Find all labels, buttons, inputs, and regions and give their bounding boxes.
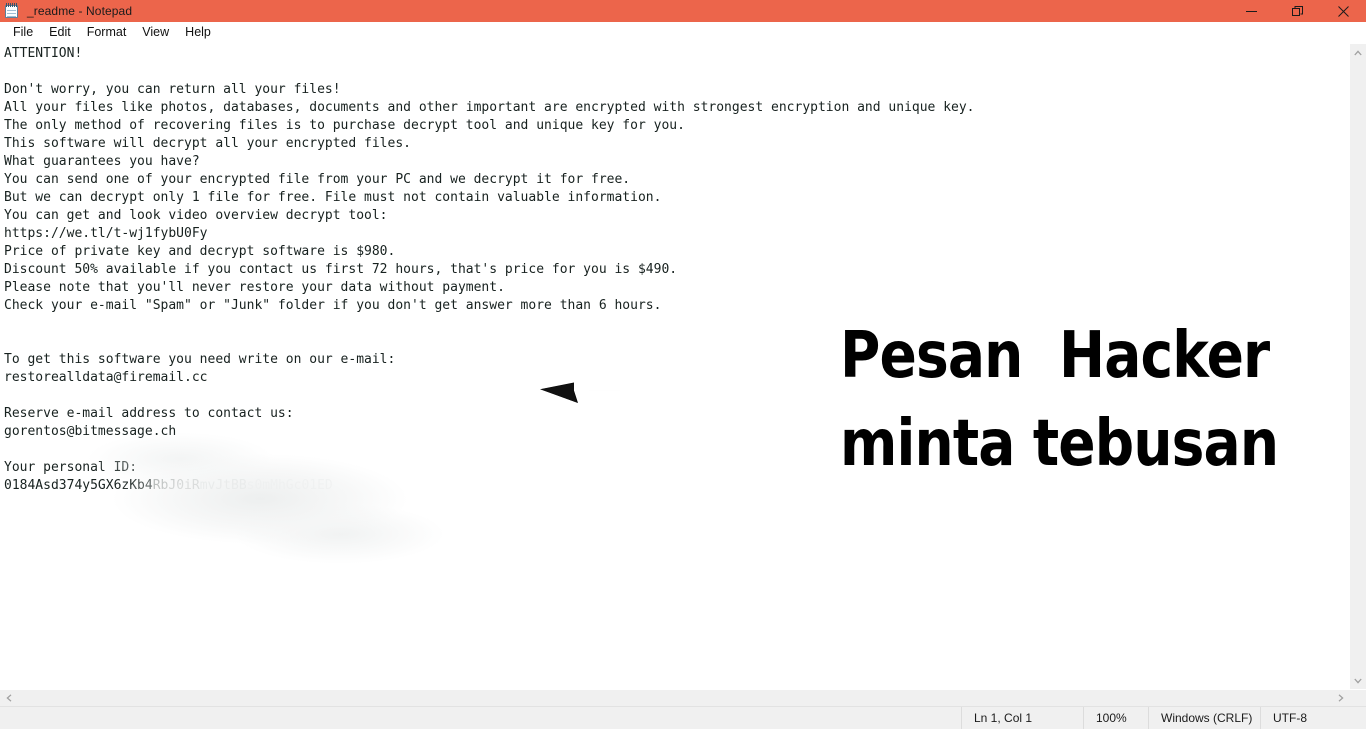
close-icon bbox=[1337, 5, 1349, 17]
text-editor[interactable]: ATTENTION! Don't worry, you can return a… bbox=[0, 44, 1349, 689]
ransom-note-text: ATTENTION! Don't worry, you can return a… bbox=[4, 46, 975, 475]
personal-id-fade-1: RbJ0iR bbox=[152, 478, 200, 493]
personal-id-fade-3: s0mMhGc01ED bbox=[246, 478, 333, 493]
status-encoding[interactable]: UTF-8 bbox=[1260, 707, 1366, 729]
menu-item-view[interactable]: View bbox=[134, 23, 177, 43]
menu-item-format[interactable]: Format bbox=[79, 23, 135, 43]
restore-icon bbox=[1291, 5, 1303, 17]
notepad-window: _readme - Notepad File Edit Format View … bbox=[0, 0, 1366, 729]
menu-item-help[interactable]: Help bbox=[177, 23, 219, 43]
title-bar: _readme - Notepad bbox=[0, 0, 1366, 22]
vertical-scrollbar[interactable] bbox=[1349, 44, 1366, 689]
horizontal-scrollbar[interactable] bbox=[0, 689, 1366, 707]
notepad-icon bbox=[4, 3, 20, 19]
menu-bar: File Edit Format View Help bbox=[0, 22, 1366, 44]
personal-id-fade-2: mvJtBB bbox=[199, 478, 247, 493]
status-line-ending[interactable]: Windows (CRLF) bbox=[1148, 707, 1260, 729]
status-bar: Ln 1, Col 1 100% Windows (CRLF) UTF-8 bbox=[0, 706, 1366, 729]
scrollbar-corner bbox=[1349, 689, 1366, 707]
window-controls bbox=[1228, 0, 1366, 22]
window-title: _readme - Notepad bbox=[27, 4, 133, 18]
scroll-left-icon[interactable] bbox=[0, 690, 17, 707]
status-cursor-position: Ln 1, Col 1 bbox=[961, 707, 1083, 729]
personal-id-visible: 0184Asd374y5GX6zKb4 bbox=[4, 478, 153, 493]
status-bar-spacer bbox=[0, 707, 961, 729]
scroll-up-icon[interactable] bbox=[1350, 44, 1366, 61]
menu-item-edit[interactable]: Edit bbox=[41, 23, 79, 43]
scroll-right-icon[interactable] bbox=[1332, 690, 1349, 707]
close-button[interactable] bbox=[1320, 0, 1366, 22]
minimize-icon bbox=[1245, 6, 1257, 17]
menu-item-file[interactable]: File bbox=[5, 23, 41, 43]
editor-area: ATTENTION! Don't worry, you can return a… bbox=[0, 44, 1366, 689]
personal-id-line: 0184Asd374y5GX6zKb4RbJ0iRmvJtBBs0mMhGc01… bbox=[4, 478, 333, 493]
minimize-button[interactable] bbox=[1228, 0, 1274, 22]
status-zoom-level[interactable]: 100% bbox=[1083, 707, 1148, 729]
restore-button[interactable] bbox=[1274, 0, 1320, 22]
document-body: ATTENTION! Don't worry, you can return a… bbox=[4, 45, 1349, 495]
scroll-down-icon[interactable] bbox=[1350, 672, 1366, 689]
